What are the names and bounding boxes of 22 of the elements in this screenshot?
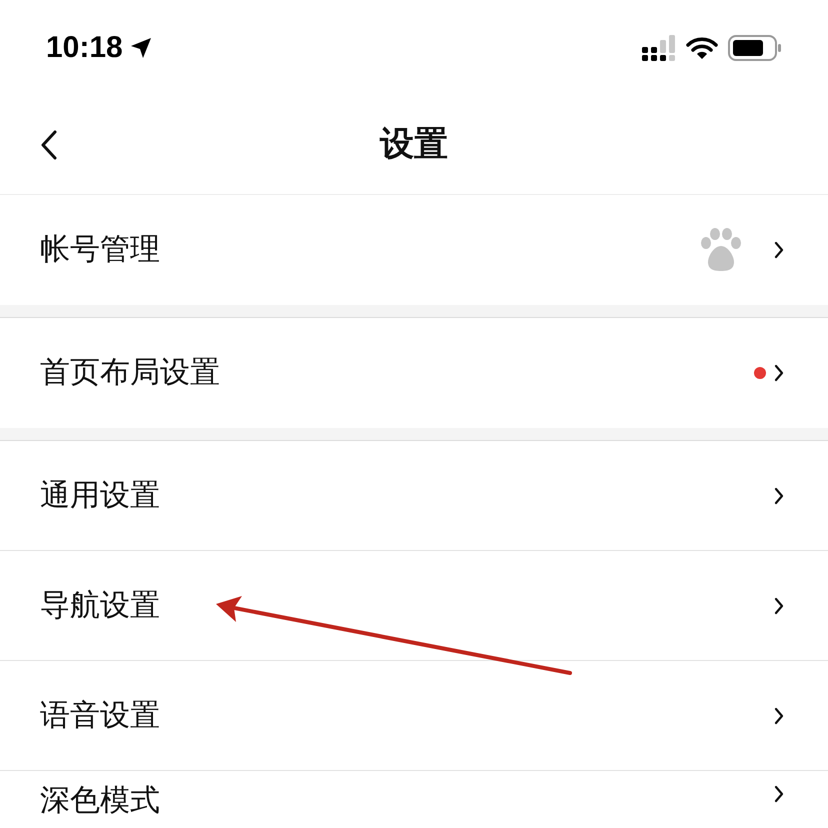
row-label: 导航设置 bbox=[40, 590, 161, 622]
page-title: 设置 bbox=[380, 124, 448, 165]
chevron-right-icon bbox=[774, 486, 784, 504]
chevron-right-icon bbox=[774, 596, 784, 614]
wifi-icon bbox=[686, 36, 718, 60]
battery-icon bbox=[728, 34, 782, 60]
location-arrow-icon bbox=[128, 36, 153, 60]
back-icon bbox=[40, 130, 58, 160]
chevron-right-icon bbox=[774, 241, 784, 259]
paw-logo-icon bbox=[700, 228, 742, 272]
status-time: 10:18 bbox=[46, 30, 123, 66]
row-label: 语音设置 bbox=[40, 700, 161, 732]
chevron-right-icon bbox=[774, 364, 784, 382]
signal-icon bbox=[642, 34, 676, 60]
chevron-right-icon bbox=[774, 785, 784, 803]
settings-row[interactable]: 首页布局设置 bbox=[0, 318, 828, 428]
row-label: 首页布局设置 bbox=[40, 357, 221, 389]
chevron-right-icon bbox=[774, 706, 784, 724]
row-label: 帐号管理 bbox=[40, 234, 161, 266]
settings-row[interactable]: 帐号管理 bbox=[0, 195, 828, 305]
row-label: 通用设置 bbox=[40, 480, 161, 512]
row-label: 深色模式 bbox=[40, 785, 161, 817]
